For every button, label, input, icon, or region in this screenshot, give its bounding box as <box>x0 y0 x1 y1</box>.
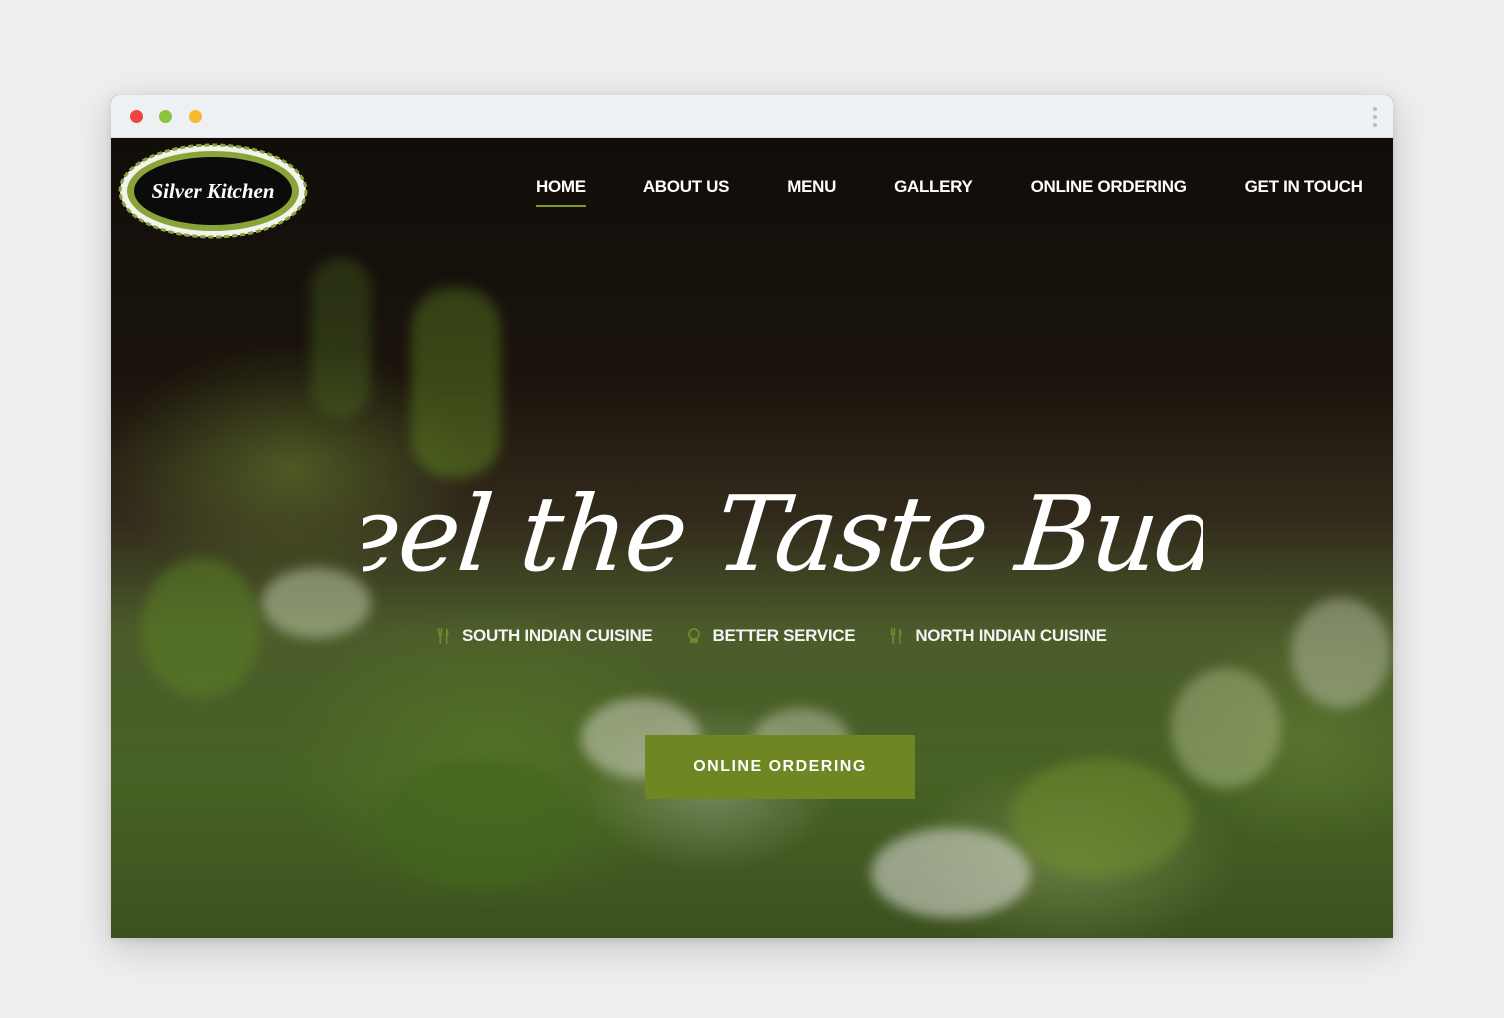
logo-text: Silver Kitchen <box>151 179 274 203</box>
nav-get-in-touch[interactable]: GET IN TOUCH <box>1245 177 1363 207</box>
maximize-window-button[interactable] <box>189 110 202 123</box>
hero-section: Silver Kitchen HOME ABOUT US MENU GALLER… <box>111 138 1393 938</box>
chef-hat-icon <box>688 628 701 643</box>
kebab-menu-icon[interactable] <box>1371 105 1379 129</box>
hero-headline: Feel the Taste Buds <box>363 473 1203 595</box>
fork-knife-icon <box>891 628 902 644</box>
nav-home[interactable]: HOME <box>536 177 586 207</box>
feature-south-indian: SOUTH INDIAN CUISINE <box>436 626 653 646</box>
browser-window: Silver Kitchen HOME ABOUT US MENU GALLER… <box>111 95 1393 938</box>
nav-menu[interactable]: MENU <box>787 177 836 207</box>
nav-gallery[interactable]: GALLERY <box>894 177 973 207</box>
feature-better-service: BETTER SERVICE <box>686 626 856 646</box>
silver-kitchen-logo[interactable]: Silver Kitchen <box>117 142 309 240</box>
nav-about-us[interactable]: ABOUT US <box>643 177 730 207</box>
hero-headline-text: Feel the Taste Buds <box>363 473 1203 595</box>
feature-label: BETTER SERVICE <box>712 626 856 645</box>
browser-toolbar <box>111 95 1393 138</box>
online-ordering-button[interactable]: ONLINE ORDERING <box>645 735 915 799</box>
feature-north-indian: NORTH INDIAN CUISINE <box>889 626 1107 646</box>
close-window-button[interactable] <box>130 110 143 123</box>
minimize-window-button[interactable] <box>159 110 172 123</box>
feature-label: NORTH INDIAN CUISINE <box>915 626 1107 645</box>
nav-online-ordering[interactable]: ONLINE ORDERING <box>1031 177 1187 207</box>
feature-list: SOUTH INDIAN CUISINE BETTER SERVICE NORT… <box>436 626 1107 646</box>
feature-label: SOUTH INDIAN CUISINE <box>462 626 653 645</box>
fork-knife-icon <box>438 628 449 644</box>
main-navigation: HOME ABOUT US MENU GALLERY ONLINE ORDERI… <box>536 177 1363 207</box>
